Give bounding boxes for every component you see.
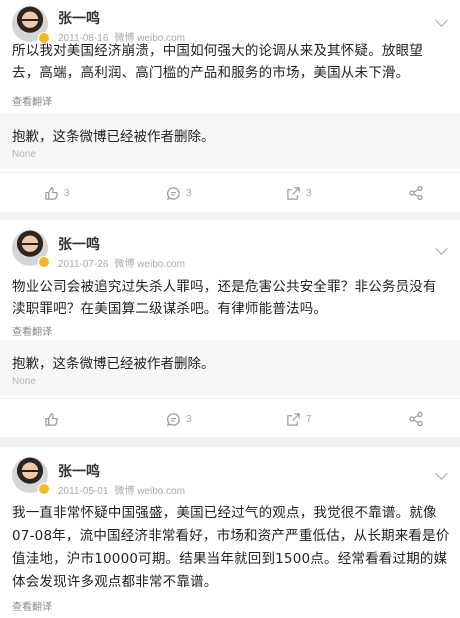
post-meta: 2011-05-01 微博 weibo.com (58, 482, 185, 497)
repost-count: 3 (306, 187, 312, 199)
post-text-line: 去，高端，高利润、高门槛的产品和服务的市场，美国从未下滑。 (12, 65, 410, 81)
comment-button[interactable]: 3 (166, 411, 192, 427)
like-button[interactable]: 3 (44, 185, 70, 201)
verified-badge-icon (38, 483, 50, 495)
share-button[interactable] (408, 411, 424, 427)
post-text: 我一直非常怀疑中国强盛，美国已经过气的观点，我觉很不靠谱。就像 07-08年，流… (12, 502, 452, 594)
comment-icon (166, 412, 181, 427)
chevron-down-icon[interactable] (435, 242, 448, 255)
post-text-line: 值洼地，沪市10000可期。结果当年就回到1500点。经常看看过期的媒 (12, 551, 448, 567)
see-translation-link[interactable]: 查看翻译 (12, 323, 52, 338)
repost-icon (286, 186, 301, 201)
verified-badge-icon (38, 256, 50, 268)
weibo-post: 张一鸣 2011-05-01 微博 weibo.com 我一直非常怀疑中国强盛，美… (0, 447, 460, 618)
post-divider (0, 437, 460, 447)
post-text-line: 07-08年，流中国经济非常看好，市场和资产严重低估，从长期来看是价 (12, 528, 450, 544)
author-name[interactable]: 张一鸣 (58, 461, 100, 481)
weibo-post: 张一鸣 2011-07-26 微博 weibo.com 物业公司会被追究过失杀人罪… (0, 220, 460, 438)
share-icon (408, 411, 424, 427)
see-translation-link[interactable]: 查看翻译 (12, 93, 52, 108)
deleted-message: 抱歉，这条微博已经被作者删除。 (12, 129, 215, 145)
repost-button[interactable]: 3 (286, 185, 312, 201)
deleted-message: 抱歉，这条微博已经被作者删除。 (12, 356, 215, 372)
thumbs-up-icon (44, 412, 59, 427)
repost-button[interactable]: 7 (286, 411, 312, 427)
deleted-repost-box: 抱歉，这条微博已经被作者删除。 None (0, 340, 460, 396)
author-name[interactable]: 张一鸣 (58, 8, 100, 28)
share-icon (408, 185, 424, 201)
post-text-line: 我一直非常怀疑中国强盛，美国已经过气的观点，我觉很不靠谱。就像 (12, 505, 437, 521)
author-name[interactable]: 张一鸣 (58, 234, 100, 254)
like-button[interactable] (44, 411, 64, 427)
post-source: 微博 weibo.com (114, 486, 185, 497)
see-translation-link[interactable]: 查看翻译 (12, 598, 52, 613)
share-button[interactable] (408, 185, 424, 201)
comment-count: 3 (186, 187, 192, 199)
post-meta: 2011-07-26 微博 weibo.com (58, 255, 185, 270)
action-bar: 3 7 (0, 398, 460, 438)
post-divider (0, 212, 460, 220)
post-text-line: 物业公司会被追究过失杀人罪吗，还是危害公共安全罪？非公务员没有 (12, 279, 437, 295)
post-text: 物业公司会被追究过失杀人罪吗，还是危害公共安全罪？非公务员没有 渎职罪吧？在美国… (12, 276, 452, 320)
chevron-down-icon[interactable] (435, 467, 448, 480)
comment-button[interactable]: 3 (166, 185, 192, 201)
repost-count: 7 (306, 413, 312, 425)
thumbs-up-icon (44, 186, 59, 201)
deleted-repost-box: 抱歉，这条微博已经被作者删除。 None (0, 113, 460, 168)
post-text-line: 体会发现许多观点都非常不靠谱。 (12, 574, 218, 590)
post-date: 2011-07-26 (58, 259, 109, 270)
comment-icon (166, 186, 181, 201)
post-source: 微博 weibo.com (114, 259, 185, 270)
action-bar: 3 3 3 (0, 172, 460, 212)
deleted-subtext: None (12, 149, 36, 160)
post-text-line: 渎职罪吧？在美国算二级谋杀吧。有律师能普法吗。 (12, 301, 328, 317)
repost-icon (286, 412, 301, 427)
chevron-down-icon[interactable] (435, 14, 448, 27)
post-date: 2011-05-01 (58, 486, 109, 497)
weibo-post: 张一鸣 2011-08-16 微博 weibo.com 所以我对美国经济崩溃，中国… (0, 0, 460, 212)
like-count: 3 (64, 187, 70, 199)
comment-count: 3 (186, 413, 192, 425)
post-text-line: 所以我对美国经济崩溃，中国如何强大的论调从来及其怀疑。放眼望 (12, 43, 423, 59)
post-text: 所以我对美国经济崩溃，中国如何强大的论调从来及其怀疑。放眼望 去，高端，高利润、… (12, 40, 452, 84)
deleted-subtext: None (12, 376, 36, 387)
